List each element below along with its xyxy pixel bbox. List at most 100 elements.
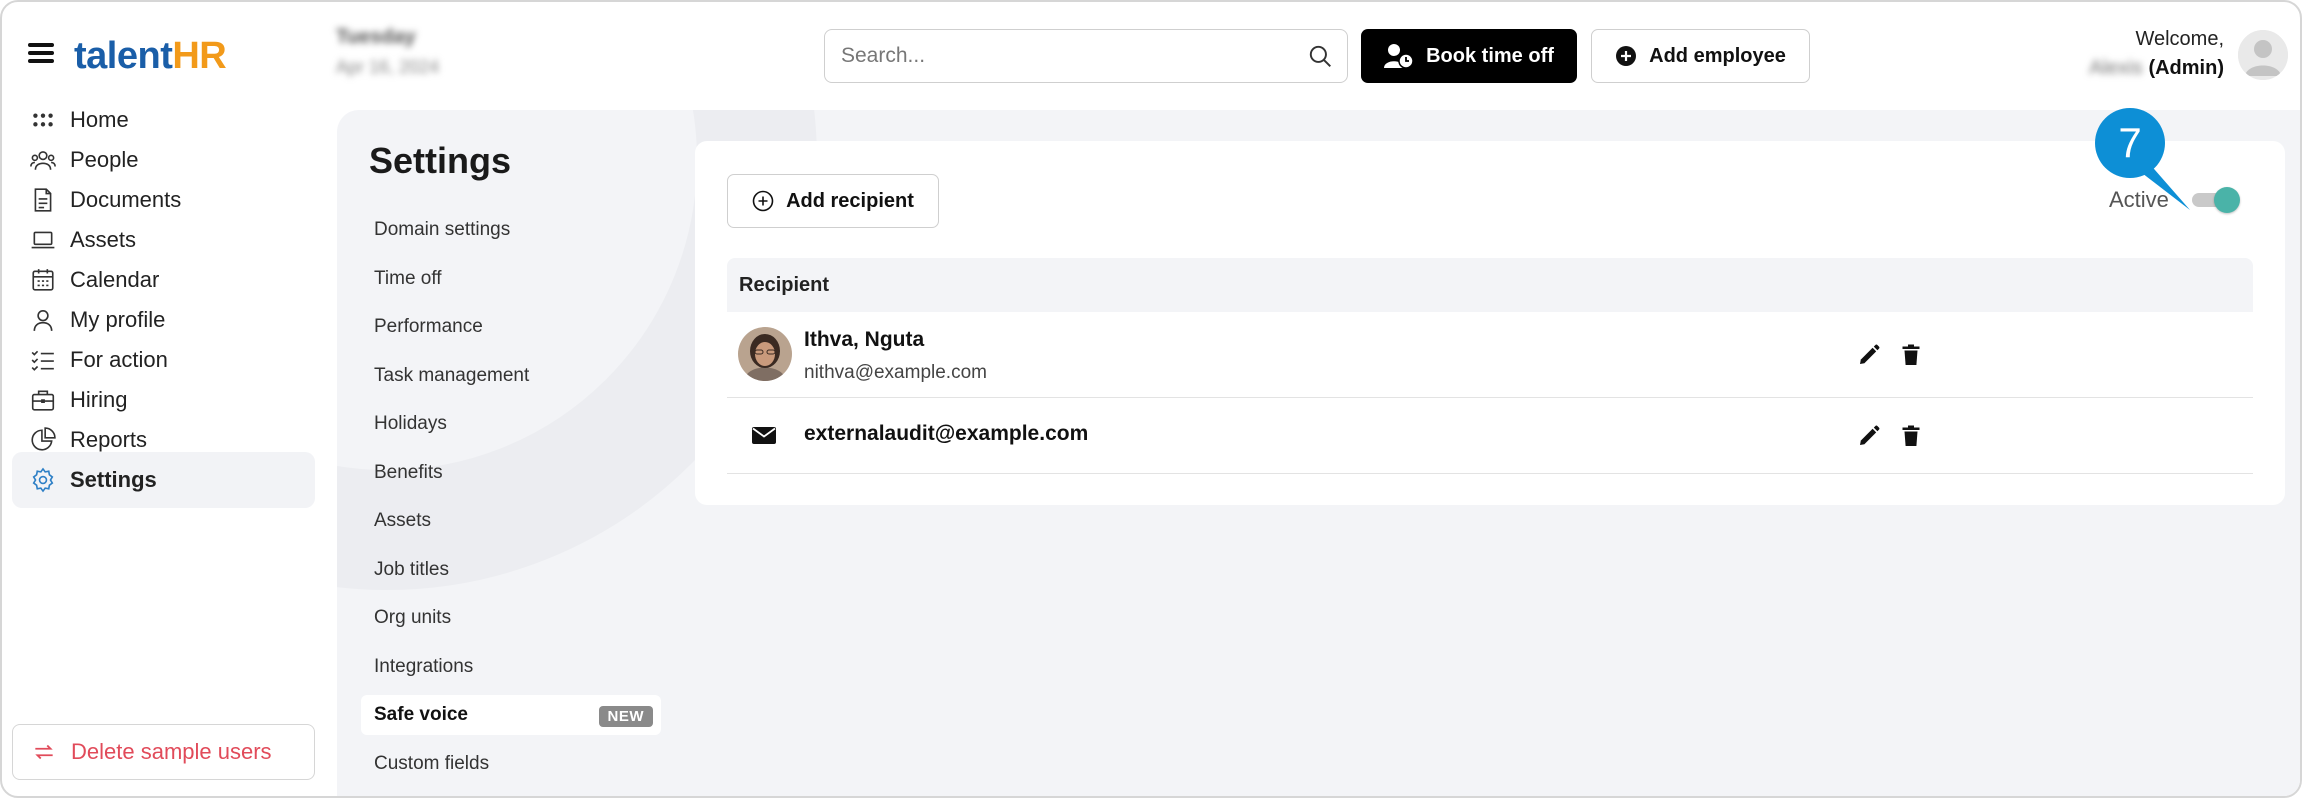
sidebar-item-label: Documents bbox=[70, 187, 182, 212]
settings-menu-item-job-titles[interactable]: Job titles bbox=[361, 550, 661, 590]
sidebar-item-label: Hiring bbox=[70, 387, 128, 412]
pencil-icon[interactable] bbox=[1857, 343, 1881, 367]
recipient-avatar bbox=[738, 327, 792, 381]
sidebar-item-label: For action bbox=[70, 347, 168, 372]
toggle-knob bbox=[2214, 187, 2240, 213]
sidebar-item-home[interactable]: Home bbox=[12, 101, 315, 139]
current-date: Tuesday Apr 16, 2024 bbox=[336, 26, 439, 78]
sidebar-item-my-profile[interactable]: My profile bbox=[12, 301, 315, 339]
add-recipient-button[interactable]: Add recipient bbox=[727, 174, 939, 228]
delete-sample-users-label: Delete sample users bbox=[71, 739, 272, 764]
table-row: externalaudit@example.com bbox=[727, 398, 2253, 474]
gear-icon bbox=[28, 465, 58, 495]
avatar-placeholder-icon bbox=[2238, 30, 2288, 80]
settings-menu-item-benefits[interactable]: Benefits bbox=[361, 453, 661, 493]
welcome-text: Welcome, bbox=[2135, 28, 2224, 50]
sidebar-item-documents[interactable]: Documents bbox=[12, 181, 315, 219]
sidebar-item-label: Home bbox=[70, 107, 129, 132]
laptop-icon bbox=[28, 225, 58, 255]
settings-menu-label: Job titles bbox=[374, 558, 449, 580]
pie-chart-icon bbox=[28, 425, 58, 455]
recipient-email: nithva@example.com bbox=[804, 362, 987, 383]
sidebar-item-people[interactable]: People bbox=[12, 141, 315, 179]
settings-menu-label: Time off bbox=[374, 267, 442, 289]
briefcase-icon bbox=[28, 385, 58, 415]
pencil-icon[interactable] bbox=[1857, 424, 1881, 448]
plus-circle-outline-icon bbox=[752, 190, 774, 212]
user-role: (Admin) bbox=[2148, 57, 2224, 79]
user-clock-icon bbox=[1384, 44, 1414, 69]
sidebar-item-settings[interactable]: Settings bbox=[12, 452, 315, 508]
sidebar-item-assets[interactable]: Assets bbox=[12, 221, 315, 259]
sidebar-item-label: Settings bbox=[70, 467, 157, 492]
settings-menu-item-performance[interactable]: Performance bbox=[361, 307, 661, 347]
settings-menu-label: Assets bbox=[374, 510, 432, 531]
sidebar-nav: Home People Documents Assets Calendar My prof… bbox=[2, 107, 332, 796]
app-logo[interactable]: talentHR bbox=[74, 32, 227, 80]
settings-menu-item-custom-fields[interactable]: Custom fields bbox=[361, 744, 661, 784]
logo-text-talent: talent bbox=[74, 35, 173, 77]
page-title: Settings bbox=[369, 140, 512, 181]
settings-menu-label: Performance bbox=[374, 316, 483, 337]
sidebar-item-for-action[interactable]: For action bbox=[12, 341, 315, 379]
settings-menu: Domain settings Time off Performance Task m… bbox=[361, 210, 661, 792]
search-input[interactable] bbox=[825, 30, 1295, 82]
table-row: Ithva, Nguta nithva@example.com bbox=[727, 312, 2253, 398]
recipient-name: Ithva, Nguta bbox=[804, 328, 925, 351]
active-toggle[interactable] bbox=[2192, 187, 2240, 213]
settings-menu-label: Integrations bbox=[374, 655, 474, 677]
settings-menu-label: Holidays bbox=[374, 413, 447, 434]
top-bar: talentHR Tuesday Apr 16, 2024 Book time … bbox=[2, 2, 2300, 110]
settings-menu-item-safe-voice[interactable]: Safe voice NEW bbox=[361, 695, 661, 735]
search-icon[interactable] bbox=[1307, 43, 1333, 69]
settings-menu-label: Domain settings bbox=[374, 219, 511, 240]
menu-icon[interactable] bbox=[28, 42, 54, 64]
add-recipient-label: Add recipient bbox=[786, 189, 914, 212]
table-header: Recipient bbox=[727, 258, 2253, 312]
settings-menu-label: Safe voice bbox=[374, 704, 468, 725]
settings-menu-label: Org units bbox=[374, 607, 452, 628]
settings-menu-label: Task management bbox=[374, 364, 530, 386]
user-avatar[interactable] bbox=[2238, 30, 2288, 80]
envelope-icon bbox=[752, 427, 776, 444]
book-time-off-button[interactable]: Book time off bbox=[1361, 29, 1577, 83]
settings-menu-item-org-units[interactable]: Org units bbox=[361, 598, 661, 638]
person-photo-icon bbox=[738, 327, 792, 381]
settings-menu-item-time-off[interactable]: Time off bbox=[361, 259, 661, 299]
calendar-icon bbox=[28, 265, 58, 295]
sidebar-item-label: My profile bbox=[70, 307, 166, 332]
settings-menu-item-holidays[interactable]: Holidays bbox=[361, 404, 661, 444]
sidebar-item-hiring[interactable]: Hiring bbox=[12, 381, 315, 419]
delete-sample-users-button[interactable]: Delete sample users bbox=[12, 724, 315, 780]
search-box bbox=[824, 29, 1348, 83]
date-full: Apr 16, 2024 bbox=[336, 57, 440, 77]
settings-menu-item-integrations[interactable]: Integrations bbox=[361, 647, 661, 687]
checklist-icon bbox=[28, 345, 58, 375]
recipients-table: Recipient Ithva, Nguta nithva@example.co… bbox=[727, 258, 2253, 474]
add-employee-button[interactable]: Add employee bbox=[1591, 29, 1810, 83]
column-header-recipient: Recipient bbox=[739, 273, 830, 296]
grid-icon bbox=[28, 105, 58, 135]
settings-menu-item-domain-settings[interactable]: Domain settings bbox=[361, 210, 661, 250]
settings-menu-item-task-management[interactable]: Task management bbox=[361, 356, 661, 396]
safe-voice-panel: Add recipient Active Recipient Ithva, Ng… bbox=[695, 141, 2285, 505]
refresh-arrows-icon bbox=[29, 737, 59, 767]
add-employee-label: Add employee bbox=[1649, 44, 1786, 67]
trash-icon[interactable] bbox=[1899, 424, 1923, 448]
document-icon bbox=[28, 185, 58, 215]
recipient-email: externalaudit@example.com bbox=[804, 422, 1089, 445]
sidebar-item-label: Reports bbox=[70, 427, 148, 452]
book-time-off-label: Book time off bbox=[1426, 44, 1554, 67]
settings-menu-label: Benefits bbox=[374, 461, 443, 483]
sidebar-item-calendar[interactable]: Calendar bbox=[12, 261, 315, 299]
logo-text-hr: HR bbox=[172, 35, 227, 77]
settings-menu-item-assets[interactable]: Assets bbox=[361, 501, 661, 541]
sidebar-item-label: Calendar bbox=[70, 267, 160, 292]
sidebar-item-label: People bbox=[70, 147, 139, 172]
step-callout-badge: 7 bbox=[2095, 108, 2165, 178]
user-icon bbox=[28, 305, 58, 335]
user-name: Alexis bbox=[2089, 57, 2143, 79]
settings-menu-label: Custom fields bbox=[374, 752, 490, 774]
sidebar-item-label: Assets bbox=[70, 227, 137, 252]
trash-icon[interactable] bbox=[1899, 343, 1923, 367]
